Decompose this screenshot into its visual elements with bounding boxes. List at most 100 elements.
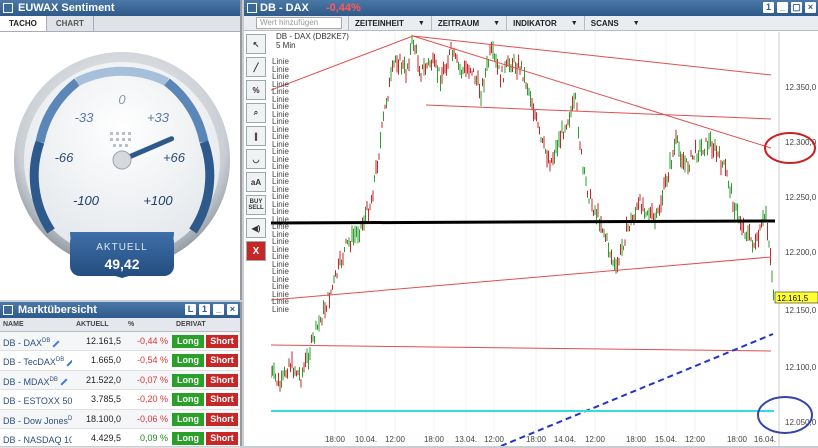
short-button[interactable]: Short [206,412,238,426]
col-aktuell[interactable]: AKTUELL [72,318,124,331]
gauge-label-minus33: -33 [75,110,95,125]
add-value-input[interactable]: Wert hinzufügen [256,17,342,29]
sound-tool-icon[interactable]: ◀) [246,218,266,238]
window-icon [3,3,13,13]
tab-tacho[interactable]: TACHO [0,16,47,31]
long-button[interactable]: Long [172,354,204,368]
chevron-down-icon: ▼ [570,19,578,27]
x-tick-label: 13.04. [455,435,477,444]
row-pct: -0,44 % [136,336,168,346]
price-chart[interactable]: 12.350,012.300,012.250,012.200,012.150,0… [271,32,818,446]
col-derivat: DERIVAT [176,321,206,328]
detach-icon[interactable]: 1 [199,304,210,315]
short-button[interactable]: Short [206,354,238,368]
row-name-sup: DB [42,338,51,344]
y-tick-label: 12.150,0 [785,306,817,315]
last-price-label: 12.161,5 [777,294,809,303]
layout-icon[interactable]: L [185,304,196,315]
linie-item[interactable]: Linie [272,305,289,314]
short-button[interactable]: Short [206,431,238,445]
x-tick-label: 18:00 [626,435,647,444]
text-tool-icon[interactable]: aA [246,172,266,192]
restore-icon[interactable]: ▢ [791,2,802,13]
menu-scans-label: SCANS [590,18,619,28]
menu-indikator[interactable]: INDIKATOR ▼ [506,15,584,31]
zoom-tool-icon[interactable]: ⌕ [246,103,266,123]
x-tick-label: 18:00 [526,435,547,444]
table-row[interactable]: DB - MDAXDB 21.522,0 -0,07 % Long Short [0,370,240,391]
chevron-down-icon: ▼ [493,19,501,27]
gauge-label-0: 0 [118,92,126,107]
row-name[interactable]: DB - Dow JonesDB [0,410,72,428]
pencil-icon[interactable] [52,340,60,348]
x-tick-label: 12:00 [685,435,706,444]
curve-tool-icon[interactable]: ◡ [246,149,266,169]
table-row[interactable]: DB - ESTOXX 50DB 3.785,5 -0,20 % LongShort [0,390,240,410]
row-name[interactable]: DB - NASDAQ 100I [0,429,72,447]
markt-header: Marktübersicht L 1 _ × [0,302,240,318]
menu-zeitraum-label: ZEITRAUM [437,18,480,28]
line-tool-icon[interactable]: ╱ [246,57,266,77]
parallel-tool-icon[interactable]: ∥ [246,126,266,146]
gauge-label-minus66: -66 [55,150,75,165]
short-button[interactable]: Short [206,393,238,407]
row-name-text: DB - MDAX [3,376,50,387]
short-button[interactable]: Short [206,373,238,387]
row-name-text: DB - DAX [3,338,43,348]
buy-sell-tool-icon[interactable]: BUY SELL [246,195,266,215]
menu-zeitraum[interactable]: ZEITRAUM ▼ [430,15,506,31]
gauge-label-plus33: +33 [147,110,170,125]
long-button[interactable]: Long [172,373,204,387]
long-button[interactable]: Long [172,335,204,348]
pencil-icon[interactable] [60,378,68,386]
close-icon[interactable]: × [805,2,816,13]
row-pct: -0,20 % [136,394,168,405]
x-tick-label: 12:00 [385,435,406,444]
close-icon[interactable]: × [227,304,238,315]
x-tick-label: 10.04. [355,435,377,444]
detach-icon[interactable]: 1 [763,2,774,13]
delete-tool-icon[interactable]: X [246,241,266,261]
row-name[interactable]: DB - TecDAXDB [0,351,72,369]
drawing-tools: ↖ ╱ % ⌕ ∥ ◡ aA BUY SELL ◀) X [246,34,268,264]
euwax-tabs: TACHO CHART [0,16,240,32]
row-name[interactable]: DB - DAXDB [0,332,72,350]
short-button[interactable]: Short [206,335,238,348]
table-row[interactable]: DB - TecDAXDB 1.665,0 -0,54 % Long Short [0,351,240,371]
markt-title: Marktübersicht [18,304,97,316]
long-button[interactable]: Long [172,393,204,407]
percent-tool-icon[interactable]: % [246,80,266,100]
gauge-label-plus66: +66 [163,150,186,165]
chart-instrument: DB - DAX (DB2KE7) [276,32,349,41]
row-name[interactable]: DB - MDAXDB [0,371,72,389]
long-button[interactable]: Long [172,431,204,445]
row-name[interactable]: DB - ESTOXX 50DB [0,390,72,408]
table-row[interactable]: DB - DAXDB 12.161,5 -0,44 % Long Short [0,332,240,352]
long-button[interactable]: Long [172,412,204,426]
markt-table-header: NAME AKTUELL % DERIVAT [0,318,240,332]
row-pct: 0,09 % [139,432,168,443]
chart-window-change: -0,44% [325,2,361,14]
col-name[interactable]: NAME [0,318,72,331]
row-pct: -0,07 % [136,374,168,385]
minimize-icon[interactable]: _ [777,2,788,13]
cursor-tool-icon[interactable]: ↖ [246,34,266,54]
chart-header: DB - DAX -0,44% 1 _ ▢ × [244,0,818,16]
x-tick-label: 12:00 [585,435,606,444]
tab-chart[interactable]: CHART [47,16,94,31]
menu-zeiteinheit-label: ZEITEINHEIT [355,18,404,28]
markt-rows: DB - DAXDB 12.161,5 -0,44 % Long Short DB - T… [0,332,240,448]
table-row[interactable]: DB - Dow JonesDB 18.100,0 -0,06 % LongShort [0,409,240,429]
chart-info: DB - DAX (DB2KE7) 5 Min [276,32,349,50]
row-value: 1.665,0 [90,355,121,366]
col-pct[interactable]: % [124,318,172,331]
menu-scans[interactable]: SCANS ▼ [583,15,646,31]
menu-zeiteinheit[interactable]: ZEITEINHEIT ▼ [348,15,431,31]
support-line[interactable] [271,219,776,225]
row-name-text: DB - Dow Jones [3,415,69,426]
euwax-sentiment-panel: EUWAX Sentiment TACHO CHART 0 -33 +33 -6… [0,0,242,300]
table-row[interactable]: DB - NASDAQ 100I 4.429,5 0,09 % LongShort [0,429,240,448]
row-name-text: DB - NASDAQ 100 [3,434,72,445]
minimize-icon[interactable]: _ [213,304,224,315]
row-pct: -0,06 % [136,413,168,424]
